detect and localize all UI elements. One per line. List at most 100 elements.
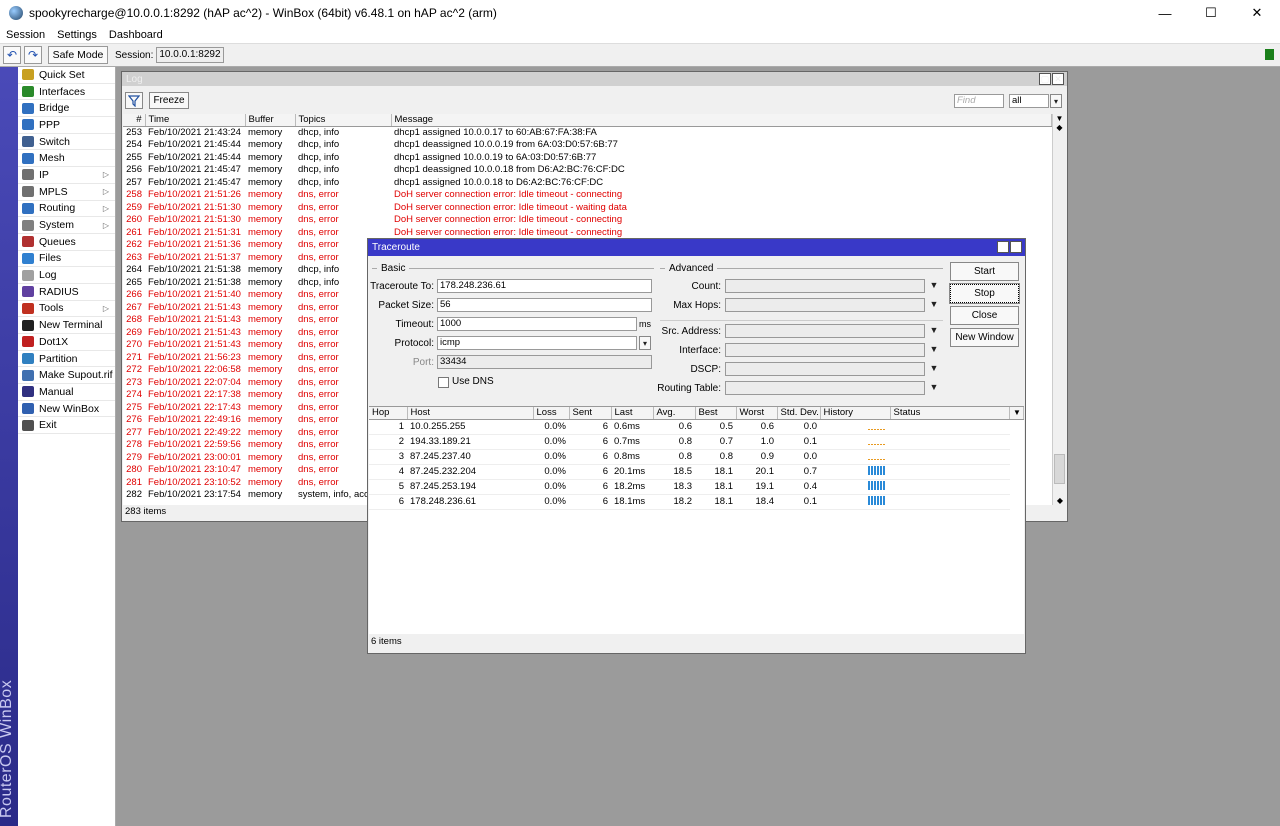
hop-row[interactable]: 1 10.0.255.255 0.0% 6 0.6ms 0.6 0.5 0.6 0.0 (369, 419, 1024, 435)
redo-button[interactable]: ↷ (24, 46, 42, 64)
port-input[interactable]: 33434 (437, 355, 652, 369)
close-button[interactable]: Close (950, 306, 1019, 325)
hop-col-hist[interactable]: History (820, 407, 891, 420)
safe-mode-button[interactable]: Safe Mode (48, 46, 108, 64)
routing-table-dropdown-icon[interactable]: ▼ (927, 382, 941, 392)
log-row[interactable]: 258 Feb/10/2021 21:51:26 memory dns, error D… (123, 189, 1052, 202)
hop-columns-menu-icon[interactable]: ▼ (1009, 407, 1024, 420)
menu-session[interactable]: Session (0, 29, 51, 41)
interface-dropdown-icon[interactable]: ▼ (927, 344, 941, 354)
sidebar-item-mpls[interactable]: MPLS ▷ (18, 184, 115, 201)
sidebar-item-dot1x[interactable]: Dot1X (18, 334, 115, 351)
stop-button[interactable]: Stop (949, 283, 1020, 304)
dscp-input[interactable] (725, 362, 925, 376)
interface-input[interactable] (725, 343, 925, 357)
traceroute-to-input[interactable]: 178.248.236.61 (437, 279, 652, 293)
sidebar-item-partition[interactable]: Partition (18, 351, 115, 368)
max-hops-input[interactable] (725, 298, 925, 312)
log-columns-menu-icon[interactable]: ▼ (1053, 114, 1066, 123)
sidebar-item-routing[interactable]: Routing ▷ (18, 201, 115, 218)
log-scroll-thumb[interactable] (1054, 454, 1065, 484)
log-row[interactable]: 259 Feb/10/2021 21:51:30 memory dns, error D… (123, 202, 1052, 215)
new-window-button[interactable]: New Window (950, 328, 1019, 347)
hop-col-host[interactable]: Host (407, 407, 534, 420)
log-col-message[interactable]: Message (391, 114, 1052, 127)
hop-col-status[interactable]: Status (890, 407, 1010, 420)
routing-table-input[interactable] (725, 381, 925, 395)
log-row[interactable]: 255 Feb/10/2021 21:45:44 memory dhcp, info d… (123, 152, 1052, 165)
log-row[interactable]: 260 Feb/10/2021 21:51:30 memory dns, error D… (123, 214, 1052, 227)
close-window-button[interactable]: ✕ (1234, 0, 1280, 26)
hop-row[interactable]: 4 87.245.232.204 0.0% 6 20.1ms 18.5 18.1 20.1 0.… (369, 464, 1024, 480)
dscp-dropdown-icon[interactable]: ▼ (927, 363, 941, 373)
sidebar-item-system[interactable]: System ▷ (18, 217, 115, 234)
sidebar-item-new-winbox[interactable]: New WinBox (18, 401, 115, 418)
freeze-button[interactable]: Freeze (149, 92, 189, 109)
sidebar-item-new-terminal[interactable]: New Terminal (18, 317, 115, 334)
sidebar-item-queues[interactable]: Queues (18, 234, 115, 251)
menu-dashboard[interactable]: Dashboard (103, 29, 169, 41)
log-row[interactable]: 254 Feb/10/2021 21:45:44 memory dhcp, info d… (123, 139, 1052, 152)
find-input[interactable]: Find (954, 94, 1004, 108)
traceroute-maximize-button[interactable]: ▢ (997, 241, 1009, 253)
sidebar-item-manual[interactable]: Manual (18, 384, 115, 401)
sidebar-item-radius[interactable]: RADIUS (18, 284, 115, 301)
hop-col-last[interactable]: Last (611, 407, 654, 420)
traceroute-close-button[interactable]: ✕ (1010, 241, 1022, 253)
hop-col-std[interactable]: Std. Dev. (777, 407, 821, 420)
sidebar-item-tools[interactable]: Tools ▷ (18, 301, 115, 318)
maximize-button[interactable]: ☐ (1188, 0, 1234, 26)
hop-row[interactable]: 3 87.245.237.40 0.0% 6 0.8ms 0.8 0.8 0.9 0.0 (369, 449, 1024, 465)
scroll-down-icon[interactable]: ◆ (1053, 496, 1067, 505)
src-address-input[interactable] (725, 324, 925, 338)
sidebar-item-files[interactable]: Files (18, 251, 115, 268)
hop-col-loss[interactable]: Loss (533, 407, 570, 420)
log-col-time[interactable]: Time (145, 114, 246, 127)
log-col-topics[interactable]: Topics (295, 114, 392, 127)
use-dns-checkbox[interactable] (438, 377, 449, 388)
hop-row[interactable]: 2 194.33.189.21 0.0% 6 0.7ms 0.8 0.7 1.0 0.1 (369, 434, 1024, 450)
timeout-input[interactable]: 1000 (437, 317, 637, 331)
log-row[interactable]: 256 Feb/10/2021 21:45:47 memory dhcp, info d… (123, 164, 1052, 177)
log-close-button[interactable]: ✕ (1052, 73, 1064, 85)
log-col-number[interactable]: # (123, 114, 146, 127)
sidebar-item-exit[interactable]: Exit (18, 417, 115, 435)
count-input[interactable] (725, 279, 925, 293)
hop-col-worst[interactable]: Worst (736, 407, 778, 420)
log-scrollbar[interactable]: ▼ ◆ ◆ (1052, 114, 1066, 505)
log-row[interactable]: 257 Feb/10/2021 21:45:47 memory dhcp, info d… (123, 177, 1052, 190)
sidebar-item-ip[interactable]: IP ▷ (18, 167, 115, 184)
topic-filter-select[interactable]: all (1009, 94, 1049, 108)
sidebar-item-interfaces[interactable]: Interfaces (18, 84, 115, 101)
log-maximize-button[interactable]: ▢ (1039, 73, 1051, 85)
traceroute-titlebar[interactable]: Traceroute ▢ ✕ (368, 239, 1025, 256)
start-button[interactable]: Start (950, 262, 1019, 281)
hop-row[interactable]: 6 178.248.236.61 0.0% 6 18.1ms 18.2 18.1 18.4 0.… (369, 494, 1024, 510)
max-hops-dropdown-icon[interactable]: ▼ (927, 299, 941, 309)
count-dropdown-icon[interactable]: ▼ (927, 280, 941, 290)
minimize-button[interactable]: — (1142, 0, 1188, 26)
log-row[interactable]: 253 Feb/10/2021 21:43:24 memory dhcp, info d… (123, 127, 1052, 140)
scroll-up-icon[interactable]: ◆ (1053, 123, 1066, 132)
hop-col-avg[interactable]: Avg. (653, 407, 696, 420)
sidebar-item-mesh[interactable]: Mesh (18, 150, 115, 168)
protocol-select[interactable]: icmp (437, 336, 637, 350)
filter-button[interactable] (125, 92, 143, 109)
menu-settings[interactable]: Settings (51, 29, 103, 41)
sidebar-item-log[interactable]: Log (18, 267, 115, 284)
topic-filter-dropdown[interactable]: ▾ (1050, 94, 1062, 108)
sidebar-item-ppp[interactable]: PPP (18, 117, 115, 134)
packet-size-input[interactable]: 56 (437, 298, 652, 312)
sidebar-item-bridge[interactable]: Bridge (18, 100, 115, 118)
hop-col-sent[interactable]: Sent (569, 407, 612, 420)
sidebar-item-make-supout-rif[interactable]: Make Supout.rif (18, 367, 115, 385)
hop-row[interactable]: 5 87.245.253.194 0.0% 6 18.2ms 18.3 18.1 19.1 0.… (369, 479, 1024, 495)
src-address-dropdown-icon[interactable]: ▼ (927, 325, 941, 335)
log-col-buffer[interactable]: Buffer (245, 114, 296, 127)
hop-col-best[interactable]: Best (695, 407, 737, 420)
sidebar-item-switch[interactable]: Switch (18, 134, 115, 151)
undo-button[interactable]: ↶ (3, 46, 21, 64)
sidebar-item-quick-set[interactable]: Quick Set (18, 67, 115, 84)
log-window-titlebar[interactable]: Log ▢ ✕ (122, 72, 1067, 86)
hop-col-hop[interactable]: Hop (369, 407, 408, 420)
